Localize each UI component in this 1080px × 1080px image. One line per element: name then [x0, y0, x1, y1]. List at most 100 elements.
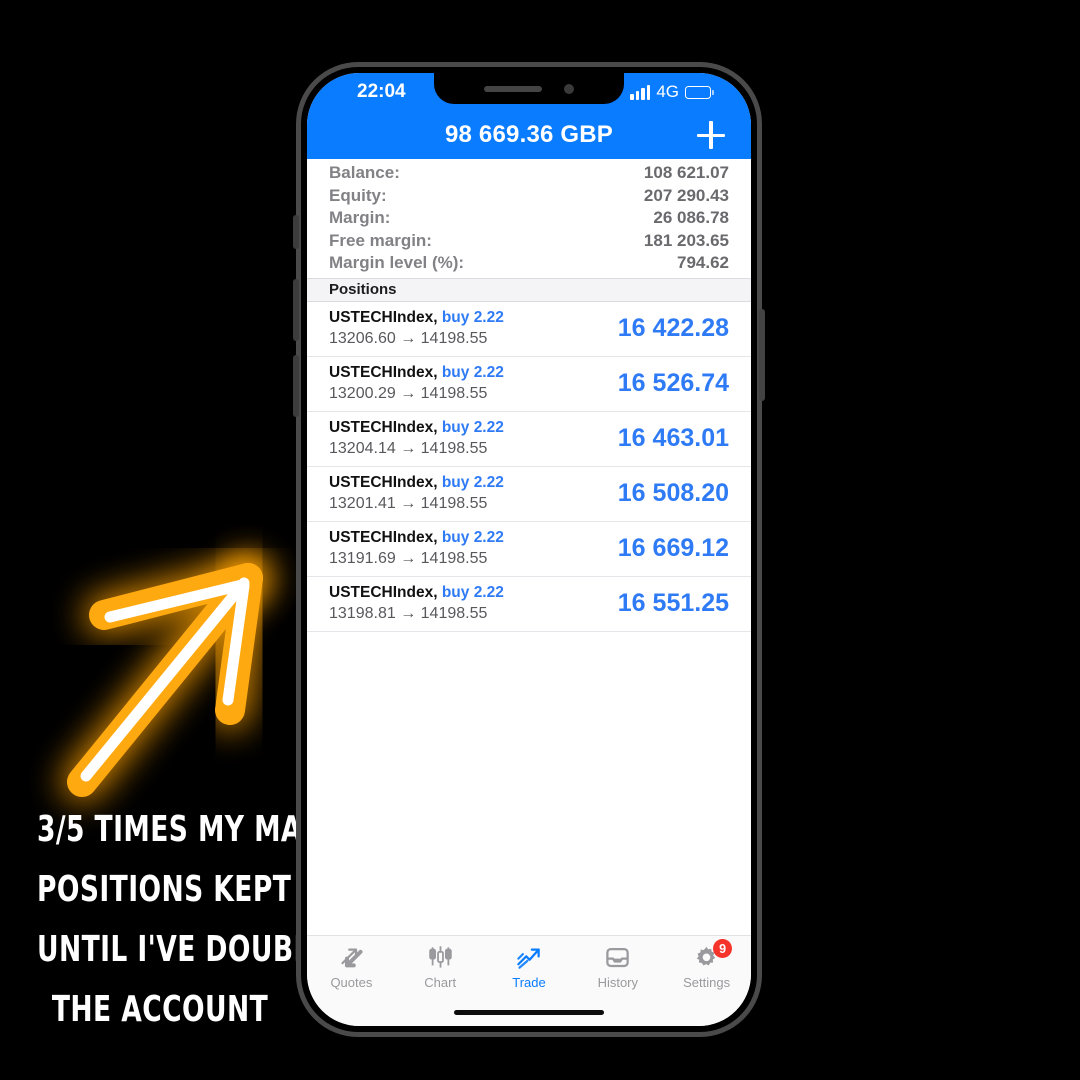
position-side: buy 2.22 — [441, 583, 504, 601]
tab-label: Trade — [512, 975, 546, 990]
table-row[interactable]: USTECHIndex, buy 2.22 13198.81 → 14198.5… — [307, 577, 751, 632]
open-price: 13200.29 — [329, 384, 396, 402]
open-price: 13198.81 — [329, 604, 396, 622]
summary-row-free-margin: Free margin: 181 203.65 — [307, 231, 751, 254]
position-side: buy 2.22 — [441, 418, 504, 436]
positions-section-header: Positions — [307, 277, 751, 302]
open-price: 13204.14 — [329, 439, 396, 457]
table-row[interactable]: USTECHIndex, buy 2.22 13200.29 → 14198.5… — [307, 357, 751, 412]
position-profit: 16 669.12 — [617, 533, 729, 562]
position-symbol: USTECHIndex, — [329, 308, 438, 326]
positions-list: USTECHIndex, buy 2.22 13206.60 → 14198.5… — [307, 301, 751, 935]
caption-line-1: 3/5 TIMES MY MAIN — [37, 809, 335, 850]
status-time: 22:04 — [357, 81, 406, 102]
summary-row-margin: Margin: 26 086.78 — [307, 208, 751, 231]
account-balance-title: 98 669.36 GBP — [444, 121, 614, 148]
current-price: 14198.55 — [420, 604, 488, 622]
summary-label: Free margin: — [329, 230, 432, 250]
summary-value: 26 086.78 — [653, 208, 729, 227]
position-symbol: USTECHIndex, — [329, 528, 438, 546]
volume-up-button[interactable] — [293, 279, 299, 341]
summary-row-equity: Equity: 207 290.43 — [307, 186, 751, 209]
home-indicator[interactable] — [454, 1009, 604, 1015]
gear-icon: 9 — [693, 939, 733, 971]
position-side: buy 2.22 — [441, 363, 504, 381]
silent-switch[interactable] — [293, 215, 299, 249]
candlestick-icon — [427, 944, 454, 971]
front-camera-icon — [564, 83, 574, 94]
summary-value: 108 621.07 — [643, 163, 729, 182]
tab-label: Settings — [683, 975, 731, 990]
position-symbol-line: USTECHIndex, buy 2.22 — [329, 309, 504, 327]
summary-label: Balance: — [329, 163, 400, 182]
caption-text: 3/5 TIMES MY MAIN POSITIONS KEPT UNTIL I… — [37, 800, 352, 1040]
position-profit: 16 508.20 — [617, 478, 729, 507]
arrow-right-icon: → — [400, 384, 417, 402]
tab-trade[interactable]: Trade — [485, 944, 574, 990]
position-details: USTECHIndex, buy 2.22 13198.81 → 14198.5… — [329, 584, 504, 623]
position-profit: 16 551.25 — [617, 588, 729, 617]
tab-label: History — [597, 975, 639, 990]
account-summary: Balance: 108 621.07 Equity: 207 290.43 M… — [307, 159, 751, 278]
trend-up-icon — [515, 944, 542, 971]
summary-value: 181 203.65 — [643, 230, 729, 250]
inbox-icon — [604, 944, 631, 971]
speaker-grille-icon — [484, 85, 542, 92]
position-symbol-line: USTECHIndex, buy 2.22 — [329, 529, 504, 547]
current-price: 14198.55 — [420, 494, 488, 512]
position-prices: 13201.41 → 14198.55 — [329, 495, 504, 513]
summary-row-margin-level: Margin level (%): 794.62 — [307, 253, 751, 276]
position-prices: 13191.69 → 14198.55 — [329, 550, 504, 568]
position-side: buy 2.22 — [441, 308, 504, 326]
home-indicator-area — [307, 998, 751, 1026]
position-prices: 13204.14 → 14198.55 — [329, 440, 504, 458]
current-price: 14198.55 — [420, 329, 488, 347]
caption-line-2: POSITIONS KEPT — [37, 869, 292, 910]
table-row[interactable]: USTECHIndex, buy 2.22 13191.69 → 14198.5… — [307, 522, 751, 577]
arrows-exchange-icon — [338, 944, 365, 971]
table-row[interactable]: USTECHIndex, buy 2.22 13204.14 → 14198.5… — [307, 412, 751, 467]
position-symbol-line: USTECHIndex, buy 2.22 — [329, 474, 504, 492]
position-details: USTECHIndex, buy 2.22 13206.60 → 14198.5… — [329, 309, 504, 348]
position-symbol-line: USTECHIndex, buy 2.22 — [329, 364, 504, 382]
position-prices: 13206.60 → 14198.55 — [329, 330, 504, 348]
device-notch — [434, 73, 624, 104]
tab-settings[interactable]: 9 Settings — [662, 939, 751, 990]
tab-label: Quotes — [330, 975, 373, 990]
tab-label: Chart — [424, 975, 457, 990]
position-details: USTECHIndex, buy 2.22 13191.69 → 14198.5… — [329, 529, 504, 568]
summary-value: 794.62 — [677, 253, 729, 272]
arrow-right-icon: → — [400, 329, 417, 347]
position-symbol: USTECHIndex, — [329, 418, 438, 436]
position-details: USTECHIndex, buy 2.22 13201.41 → 14198.5… — [329, 474, 504, 513]
tab-chart[interactable]: Chart — [396, 944, 485, 990]
position-profit: 16 526.74 — [617, 368, 729, 397]
position-profit: 16 463.01 — [617, 423, 729, 452]
current-price: 14198.55 — [420, 549, 488, 567]
position-symbol-line: USTECHIndex, buy 2.22 — [329, 419, 504, 437]
table-row[interactable]: USTECHIndex, buy 2.22 13206.60 → 14198.5… — [307, 302, 751, 357]
summary-label: Margin level (%): — [329, 253, 465, 272]
caption-line-3: UNTIL I'VE DOUBLED — [37, 929, 352, 970]
tab-history[interactable]: History — [573, 944, 662, 990]
tab-quotes[interactable]: Quotes — [307, 944, 396, 990]
summary-row-balance: Balance: 108 621.07 — [307, 163, 751, 186]
caption-line-4: THE ACCOUNT — [51, 989, 269, 1030]
status-badge: 9 — [713, 939, 733, 958]
open-price: 13206.60 — [329, 329, 396, 347]
summary-value: 207 290.43 — [643, 185, 729, 205]
arrow-right-icon: → — [400, 604, 417, 622]
table-row[interactable]: USTECHIndex, buy 2.22 13201.41 → 14198.5… — [307, 467, 751, 522]
navigation-bar: 98 669.36 GBP — [307, 111, 751, 159]
arrow-right-icon: → — [400, 439, 417, 457]
power-button[interactable] — [759, 309, 765, 401]
position-prices: 13200.29 → 14198.55 — [329, 385, 504, 403]
phone-mockup: 22:04 4G 98 669.36 GBP Balance: 108 621.… — [293, 62, 765, 1037]
position-symbol: USTECHIndex, — [329, 583, 438, 601]
status-indicators: 4G — [630, 82, 714, 102]
plus-icon[interactable] — [697, 121, 725, 149]
open-price: 13191.69 — [329, 549, 396, 567]
current-price: 14198.55 — [420, 384, 488, 402]
volume-down-button[interactable] — [293, 355, 299, 417]
bottom-tab-bar: Quotes Chart Trade History 9 Settings — [307, 935, 751, 998]
